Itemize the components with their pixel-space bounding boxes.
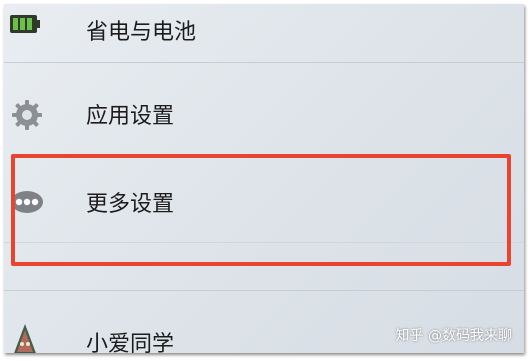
- settings-item-label: 应用设置: [86, 104, 175, 129]
- xiaoai-icon: [10, 322, 40, 353]
- divider: [4, 62, 524, 63]
- watermark: 知乎 @数码我来聊: [395, 328, 512, 344]
- settings-item-apps[interactable]: 应用设置: [4, 92, 524, 138]
- settings-item-battery[interactable]: 省电与电池: [4, 4, 524, 50]
- battery-icon: [10, 14, 40, 38]
- highlight-box: [11, 154, 511, 266]
- settings-item-label: 小爱同学: [86, 332, 175, 353]
- settings-screen: 省电与电池 应用设置 更多设置 小爱同学 知乎 @数码我来聊: [4, 4, 524, 353]
- settings-item-label: 省电与电池: [86, 20, 197, 45]
- gear-icon: [10, 98, 44, 136]
- divider: [4, 290, 524, 291]
